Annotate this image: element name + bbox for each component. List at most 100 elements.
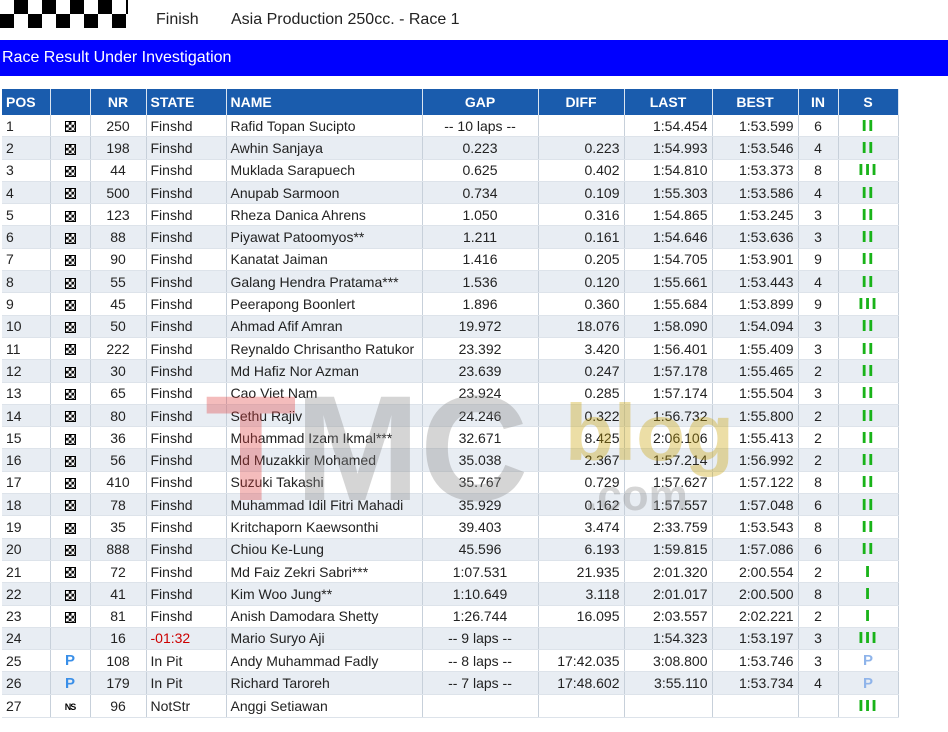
icon-cell bbox=[50, 582, 91, 606]
table-row[interactable]: 7 90 Finshd Kanatat Jaiman 1.416 0.205 1:54.70… bbox=[2, 248, 899, 272]
col-nr[interactable]: NR bbox=[90, 89, 147, 115]
icon-cell bbox=[50, 538, 91, 561]
best-cell: 1:53.599 bbox=[712, 115, 799, 138]
sector-cell: III bbox=[838, 694, 899, 718]
checkered-flag-icon bbox=[64, 121, 76, 133]
col-gap[interactable]: GAP bbox=[422, 89, 539, 115]
table-row[interactable]: 14 80 Finshd Sethu Rajiv 24.246 0.322 1:56.732… bbox=[2, 404, 899, 428]
table-row[interactable]: 24 16 -01:32 Mario Suryo Aji -- 9 laps -- 1:5… bbox=[2, 627, 899, 651]
sector-cell: P bbox=[838, 649, 899, 673]
icon-cell bbox=[50, 426, 91, 450]
sector-cell: II bbox=[838, 315, 899, 338]
diff-cell: 0.120 bbox=[538, 270, 625, 294]
icon-cell bbox=[50, 493, 91, 517]
pos-cell: 20 bbox=[2, 538, 51, 561]
best-cell bbox=[712, 694, 799, 718]
table-row[interactable]: 20 888 Finshd Chiou Ke-Lung 45.596 6.193 1:59.… bbox=[2, 538, 899, 561]
sector-indicator: I bbox=[864, 607, 872, 626]
col-last[interactable]: LAST bbox=[624, 89, 713, 115]
sector-cell: II bbox=[838, 136, 899, 160]
table-row[interactable]: 15 36 Finshd Muhammad Izam Ikmal*** 32.671 8.… bbox=[2, 426, 899, 450]
col-state[interactable]: STATE bbox=[146, 89, 227, 115]
pos-cell: 17 bbox=[2, 471, 51, 495]
table-row[interactable]: 22 41 Finshd Kim Woo Jung** 1:10.649 3.118 2:0… bbox=[2, 582, 899, 606]
icon-cell bbox=[50, 248, 91, 272]
col-sector[interactable]: S bbox=[838, 89, 899, 115]
pos-cell: 5 bbox=[2, 203, 51, 227]
checkered-flag-icon bbox=[64, 344, 76, 356]
table-row[interactable]: 18 78 Finshd Muhammad Idil Fitri Mahadi 35.9… bbox=[2, 493, 899, 517]
nr-cell: 96 bbox=[90, 694, 147, 718]
gap-cell: 1.211 bbox=[422, 225, 539, 249]
col-pos[interactable]: POS bbox=[2, 89, 51, 115]
checkered-flag-icon bbox=[64, 589, 76, 601]
table-row[interactable]: 23 81 Finshd Anish Damodara Shetty 1:26.744 1… bbox=[2, 605, 899, 628]
icon-cell: P bbox=[50, 671, 91, 695]
diff-cell: 0.729 bbox=[538, 471, 625, 495]
table-row[interactable]: 26 P 179 In Pit Richard Taroreh -- 7 laps -- 1… bbox=[2, 671, 899, 695]
state-cell: Finshd bbox=[146, 337, 227, 361]
table-row[interactable]: 12 30 Finshd Md Hafiz Nor Azman 23.639 0.247 1… bbox=[2, 359, 899, 383]
checkered-flag-icon bbox=[64, 299, 76, 311]
sector-indicator: II bbox=[861, 205, 875, 224]
table-row[interactable]: 16 56 Finshd Md Muzakkir Mohamed 35.038 2.367… bbox=[2, 448, 899, 472]
best-cell: 1:55.800 bbox=[712, 404, 799, 428]
table-row[interactable]: 6 88 Finshd Piyawat Patoomyos** 1.211 0.161 1:… bbox=[2, 225, 899, 249]
table-row[interactable]: 25 P 108 In Pit Andy Muhammad Fadly -- 8 laps… bbox=[2, 649, 899, 673]
in-cell: 6 bbox=[798, 493, 839, 517]
table-row[interactable]: 3 44 Finshd Muklada Sarapuech 0.625 0.402 1:54… bbox=[2, 159, 899, 182]
nr-cell: 78 bbox=[90, 493, 147, 517]
table-row[interactable]: 9 45 Finshd Peerapong Boonlert 1.896 0.360 1:5… bbox=[2, 292, 899, 316]
pos-cell: 6 bbox=[2, 225, 51, 249]
sector-cell: II bbox=[838, 181, 899, 205]
table-row[interactable]: 17 410 Finshd Suzuki Takashi 35.767 0.729 1:57… bbox=[2, 471, 899, 495]
table-row[interactable]: 27 NS 96 NotStr Anggi Setiawan III bbox=[2, 694, 899, 718]
table-row[interactable]: 5 123 Finshd Rheza Danica Ahrens 1.050 0.316 1… bbox=[2, 203, 899, 227]
best-cell: 1:53.586 bbox=[712, 181, 799, 205]
in-cell: 8 bbox=[798, 471, 839, 495]
best-cell: 2:00.554 bbox=[712, 560, 799, 584]
col-diff[interactable]: DIFF bbox=[538, 89, 625, 115]
last-cell: 1:54.810 bbox=[624, 159, 713, 182]
gap-cell: 1:10.649 bbox=[422, 582, 539, 606]
last-cell: 1:54.323 bbox=[624, 627, 713, 651]
table-row[interactable]: 4 500 Finshd Anupab Sarmoon 0.734 0.109 1:55.3… bbox=[2, 181, 899, 205]
table-row[interactable]: 10 50 Finshd Ahmad Afif Amran 19.972 18.076 1:… bbox=[2, 315, 899, 338]
col-best[interactable]: BEST bbox=[712, 89, 799, 115]
last-cell: 1:57.214 bbox=[624, 448, 713, 472]
checkered-flag-icon bbox=[64, 567, 76, 579]
checkered-flag-icon bbox=[64, 255, 76, 267]
pos-cell: 22 bbox=[2, 582, 51, 606]
in-cell bbox=[798, 694, 839, 718]
table-row[interactable]: 19 35 Finshd Kritchaporn Kaewsonthi 39.403 3.… bbox=[2, 515, 899, 539]
name-cell: Muklada Sarapuech bbox=[226, 159, 423, 182]
name-cell: Reynaldo Chrisantho Ratukor bbox=[226, 337, 423, 361]
state-cell: Finshd bbox=[146, 248, 227, 272]
table-row[interactable]: 11 222 Finshd Reynaldo Chrisantho Ratukor 23… bbox=[2, 337, 899, 361]
state-cell: Finshd bbox=[146, 382, 227, 405]
nr-cell: 65 bbox=[90, 382, 147, 405]
sector-indicator: II bbox=[861, 495, 875, 514]
state-cell: Finshd bbox=[146, 359, 227, 383]
nr-cell: 35 bbox=[90, 515, 147, 539]
last-cell: 1:57.178 bbox=[624, 359, 713, 383]
best-cell: 1:53.901 bbox=[712, 248, 799, 272]
icon-cell bbox=[50, 159, 91, 182]
col-name[interactable]: NAME bbox=[226, 89, 423, 115]
pos-cell: 8 bbox=[2, 270, 51, 294]
in-cell: 8 bbox=[798, 582, 839, 606]
name-cell: Ahmad Afif Amran bbox=[226, 315, 423, 338]
table-row[interactable]: 8 55 Finshd Galang Hendra Pratama*** 1.536 0.… bbox=[2, 270, 899, 294]
pos-cell: 15 bbox=[2, 426, 51, 450]
last-cell: 1:58.090 bbox=[624, 315, 713, 338]
sector-indicator: P bbox=[862, 674, 873, 692]
table-row[interactable]: 21 72 Finshd Md Faiz Zekri Sabri*** 1:07.531… bbox=[2, 560, 899, 584]
table-row[interactable]: 2 198 Finshd Awhin Sanjaya 0.223 0.223 1:54.99… bbox=[2, 136, 899, 160]
sector-indicator: II bbox=[861, 116, 875, 135]
icon-cell bbox=[50, 471, 91, 495]
table-row[interactable]: 1 250 Finshd Rafid Topan Sucipto -- 10 laps … bbox=[2, 115, 899, 138]
table-row[interactable]: 13 65 Finshd Cao Viet Nam 23.924 0.285 1:57.17… bbox=[2, 382, 899, 405]
col-in[interactable]: IN bbox=[798, 89, 839, 115]
nr-cell: 72 bbox=[90, 560, 147, 584]
checkered-flag-icon bbox=[64, 277, 76, 289]
